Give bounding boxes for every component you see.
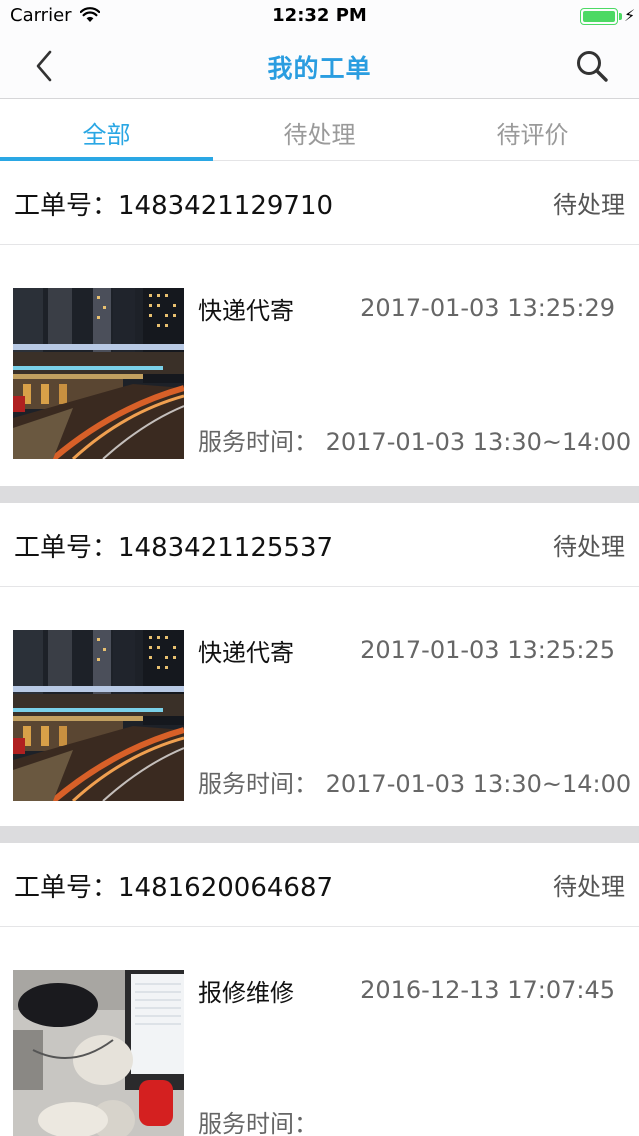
created-time: 2017-01-03 13:25:25 [360, 636, 615, 664]
order-number: 工单号：1483421129710 [14, 191, 334, 221]
filter-tabs: 全部 待处理 待评价 [0, 100, 639, 161]
service-name: 快递代寄 [198, 639, 294, 667]
order-card-header: 工单号：1481620064687 待处理 [0, 843, 639, 927]
page-title: 我的工单 [267, 54, 372, 83]
order-number: 工单号：1481620064687 [14, 873, 334, 903]
charging-icon: ⚡ [624, 6, 636, 25]
order-thumbnail [13, 288, 184, 459]
card-separator [0, 826, 639, 843]
order-card-header: 工单号：1483421129710 待处理 [0, 161, 639, 245]
tab-to-review-label: 待评价 [496, 121, 569, 149]
tab-pending-label: 待处理 [283, 121, 356, 149]
battery-level [583, 11, 615, 22]
order-card[interactable]: 工单号：1481620064687 待处理 报修维修 2016-12-13 17… [0, 843, 639, 1136]
card-separator [0, 486, 639, 503]
order-number: 工单号：1483421125537 [14, 533, 334, 563]
order-thumbnail [13, 970, 184, 1136]
battery-icon [580, 8, 618, 25]
created-time: 2017-01-03 13:25:29 [360, 294, 615, 322]
service-name: 快递代寄 [198, 297, 294, 325]
service-time: 服务时间： 2017-01-03 13:30~14:00 [198, 428, 632, 456]
search-icon[interactable] [572, 46, 612, 86]
app-screen: Carrier 12:32 PM ⚡ 我的工单 全部 待处理 待评价 工单号：1… [0, 0, 639, 1136]
tab-pending[interactable]: 待处理 [213, 100, 426, 160]
service-time: 服务时间： 2017-01-03 13:30~14:00 [198, 770, 632, 798]
order-card[interactable]: 工单号：1483421125537 待处理 快递代寄 2017-01-03 13… [0, 503, 639, 826]
tab-to-review[interactable]: 待评价 [426, 100, 639, 160]
order-list: 工单号：1483421129710 待处理 快递代寄 2017-01-03 13… [0, 161, 639, 1136]
tab-all[interactable]: 全部 [0, 100, 213, 161]
navigation-bar: 我的工单 [0, 32, 639, 99]
battery-tip [619, 13, 622, 20]
order-card-header: 工单号：1483421125537 待处理 [0, 503, 639, 587]
created-time: 2016-12-13 17:07:45 [360, 976, 615, 1004]
service-time: 服务时间： [198, 1110, 318, 1136]
order-status: 待处理 [553, 533, 625, 561]
order-status: 待处理 [553, 191, 625, 219]
order-card[interactable]: 工单号：1483421129710 待处理 快递代寄 2017-01-03 13… [0, 161, 639, 486]
service-name: 报修维修 [198, 979, 294, 1007]
tab-all-label: 全部 [82, 121, 131, 149]
status-time: 12:32 PM [272, 5, 367, 26]
status-bar: Carrier 12:32 PM ⚡ [0, 0, 639, 32]
order-status: 待处理 [553, 873, 625, 901]
order-thumbnail [13, 630, 184, 801]
